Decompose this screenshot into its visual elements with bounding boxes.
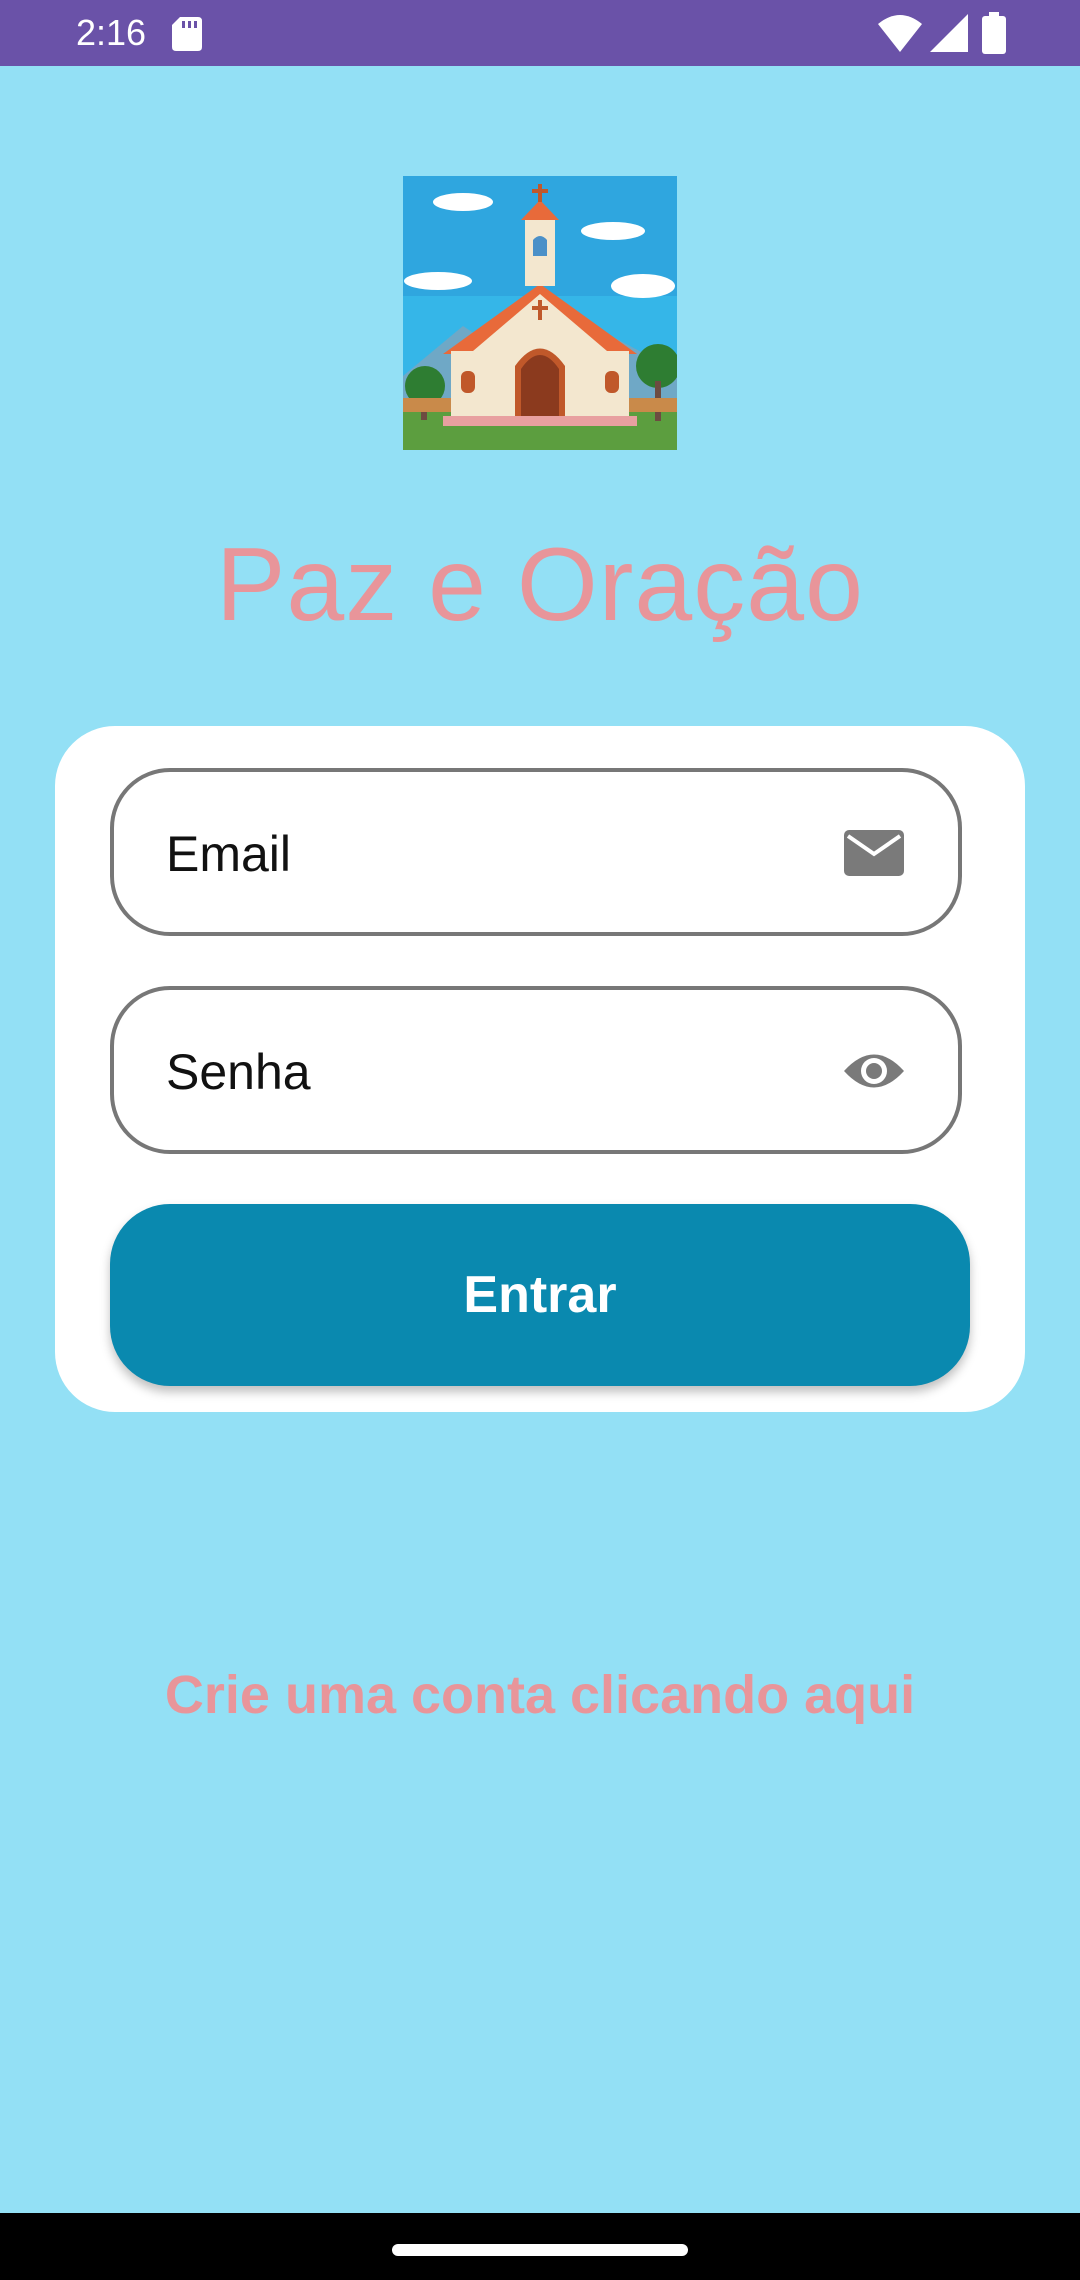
home-handle[interactable] xyxy=(392,2244,688,2256)
login-card: Email Senha Entrar xyxy=(55,726,1025,1412)
password-field[interactable]: Senha xyxy=(110,986,962,1154)
eye-icon[interactable] xyxy=(844,1046,904,1096)
app-title: Paz e Oração xyxy=(216,527,864,643)
navigation-bar xyxy=(0,2213,1080,2280)
password-placeholder: Senha xyxy=(166,1044,311,1100)
wifi-icon xyxy=(878,15,922,52)
mail-icon xyxy=(844,830,904,876)
sd-card-icon xyxy=(172,17,202,51)
signal-icon xyxy=(930,14,968,52)
church-icon xyxy=(403,176,677,450)
signup-link[interactable]: Crie uma conta clicando aqui xyxy=(0,1660,1080,1730)
login-button[interactable]: Entrar xyxy=(110,1204,970,1386)
email-field[interactable]: Email xyxy=(110,768,962,936)
status-time: 2:16 xyxy=(76,12,147,53)
email-placeholder: Email xyxy=(166,826,292,882)
battery-icon xyxy=(982,12,1006,54)
status-bar: 2:16 xyxy=(0,0,1080,66)
